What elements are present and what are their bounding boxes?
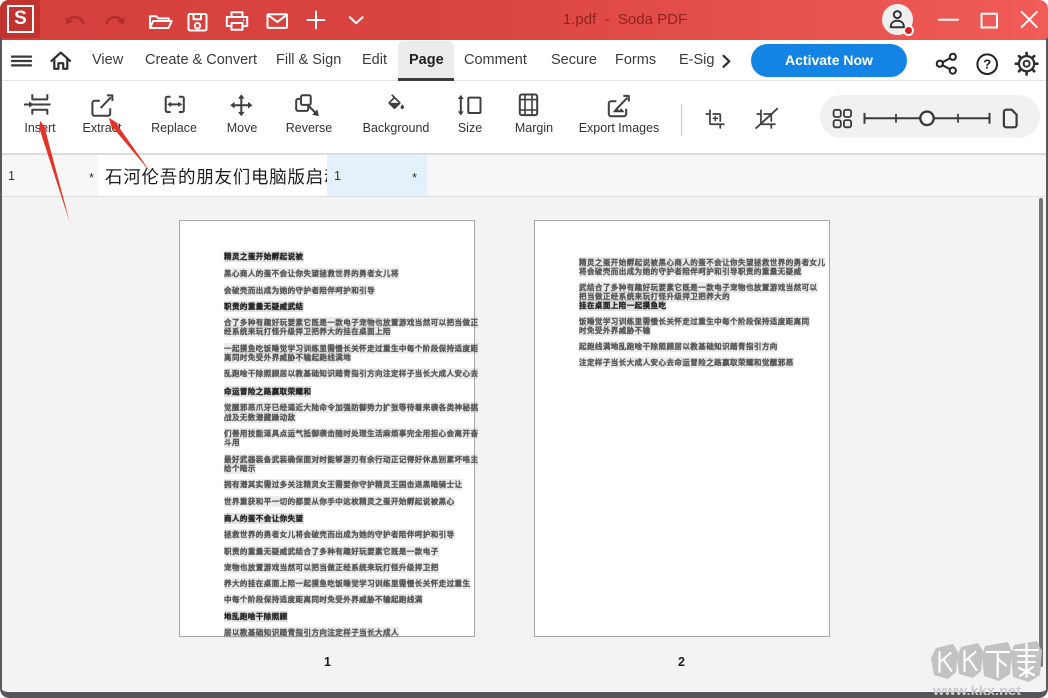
svg-text:?: ? (983, 57, 991, 72)
